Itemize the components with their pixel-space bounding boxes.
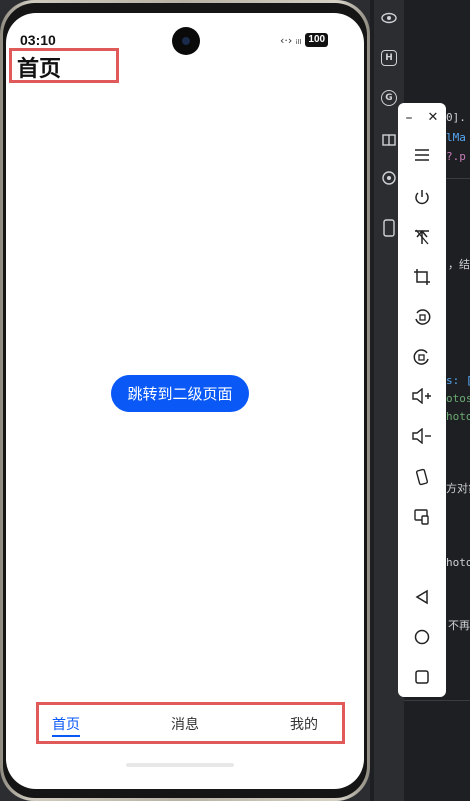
- crop-icon[interactable]: [398, 268, 446, 290]
- volume-down-icon[interactable]: [398, 427, 446, 448]
- code-fragment: 0].: [446, 111, 466, 124]
- code-fragment: otos: [446, 392, 470, 405]
- code-fragment: ?.p: [446, 150, 466, 163]
- eye-icon[interactable]: [379, 8, 399, 28]
- signal-icon: ‹·› ᵢₗₗ: [280, 33, 302, 47]
- rotate-left-icon[interactable]: [398, 308, 446, 330]
- ide-divider: [404, 700, 470, 701]
- code-fragment: ，结: [448, 258, 470, 271]
- navigate-secondary-page-button[interactable]: 跳转到二级页面: [111, 375, 249, 412]
- gamepad-icon[interactable]: [379, 168, 399, 188]
- pin-icon[interactable]: [398, 228, 446, 250]
- home-indicator[interactable]: [126, 763, 234, 767]
- shake-icon[interactable]: [398, 468, 446, 490]
- menu-icon[interactable]: [398, 147, 446, 166]
- tab-mine[interactable]: 我的: [290, 714, 318, 734]
- page-title: 首页: [17, 57, 62, 82]
- code-fragment: hoto: [446, 556, 470, 569]
- code-fragment: hoto: [446, 410, 470, 423]
- recents-icon[interactable]: [398, 669, 446, 689]
- gift-icon[interactable]: [379, 128, 399, 148]
- g-circle-icon[interactable]: G: [381, 90, 397, 106]
- code-fragment: 方对象: [446, 482, 470, 495]
- status-icons: ‹·› ᵢₗₗ 100: [280, 33, 329, 47]
- battery-icon: 100: [305, 33, 329, 47]
- multi-screen-icon[interactable]: [398, 508, 446, 530]
- minimize-icon[interactable]: –: [398, 110, 420, 126]
- volume-up-icon[interactable]: [398, 387, 446, 408]
- front-camera-icon: [172, 27, 200, 55]
- phone-icon[interactable]: [379, 218, 399, 238]
- close-icon[interactable]: ✕: [422, 110, 444, 125]
- tab-messages[interactable]: 消息: [171, 714, 199, 734]
- back-icon[interactable]: [398, 589, 446, 609]
- h-box-icon[interactable]: H: [381, 50, 397, 66]
- tab-home[interactable]: 首页: [52, 714, 80, 737]
- status-time: 03:10: [20, 32, 56, 48]
- power-icon[interactable]: [398, 188, 446, 210]
- code-fragment: lMa: [446, 131, 466, 144]
- code-fragment: 不再: [448, 619, 470, 632]
- home-icon[interactable]: [398, 629, 446, 649]
- code-fragment: s: [: [446, 374, 470, 387]
- rotate-right-icon[interactable]: [398, 348, 446, 370]
